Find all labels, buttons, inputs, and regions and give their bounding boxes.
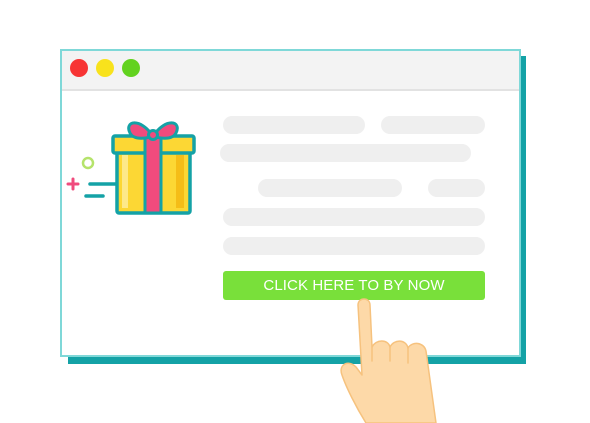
placeholder-line <box>223 208 485 226</box>
placeholder-line <box>258 179 402 197</box>
close-window-dot[interactable] <box>70 59 88 77</box>
plus-icon <box>66 177 80 191</box>
title-bar <box>62 51 519 91</box>
placeholder-line <box>381 116 485 134</box>
hand-pointer-icon <box>340 298 437 423</box>
placeholder-line <box>220 144 471 162</box>
minimize-window-dot[interactable] <box>96 59 114 77</box>
placeholder-line <box>223 116 365 134</box>
placeholder-line <box>428 179 485 197</box>
placeholder-line <box>223 237 485 255</box>
maximize-window-dot[interactable] <box>122 59 140 77</box>
gift-icon <box>66 121 196 215</box>
sparkle-circle-icon <box>81 156 95 170</box>
